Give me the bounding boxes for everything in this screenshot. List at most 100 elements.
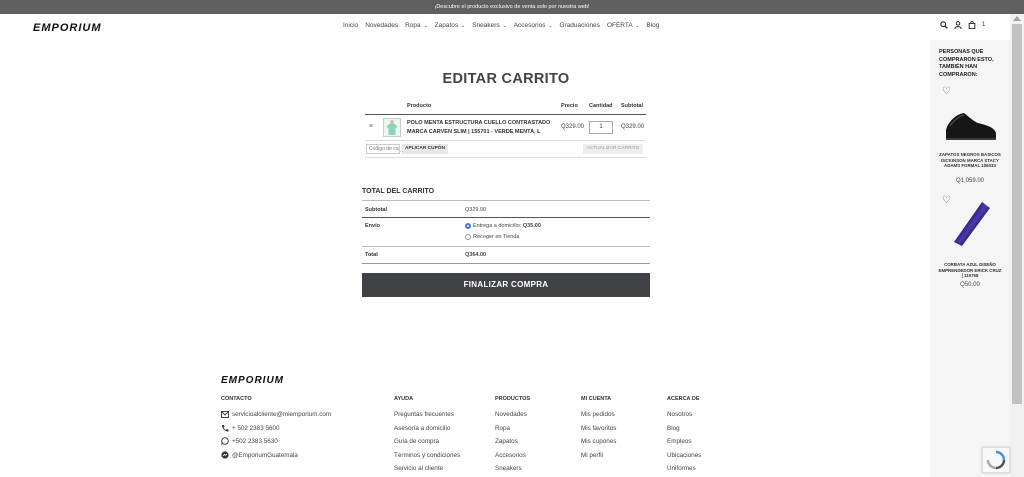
page: ¡Descubre el producto exclusivo de venta… [0, 0, 1024, 477]
footer-link[interactable]: Mis favoritos [581, 425, 616, 432]
product-image-tie[interactable] [948, 200, 994, 250]
user-icon[interactable] [954, 21, 962, 29]
cart-item-subtotal: Q329.00 [621, 124, 645, 130]
footer-link[interactable]: Servicio al cliente [394, 465, 443, 472]
chevron-down-icon: ⌄ [423, 23, 428, 29]
related-products-title: PERSONAS QUE COMPRARON ESTO, TAMBIÉN HAN… [939, 49, 994, 78]
chevron-down-icon: ⌄ [460, 23, 466, 29]
footer-link[interactable]: Mis pedidos [581, 411, 615, 418]
footer-messenger[interactable]: @EmporiumGuatemala [232, 452, 298, 459]
shipping-radio-pickup[interactable] [465, 234, 471, 240]
nav-item-novedades[interactable]: Novedades [365, 22, 398, 29]
col-header-product: Producto [407, 103, 432, 109]
cart-item-price: Q329.00 [561, 124, 585, 130]
cart-icon[interactable] [968, 21, 976, 29]
col-header-subtotal: Subtotal [621, 103, 643, 109]
divider [365, 157, 646, 158]
recaptcha-badge[interactable] [982, 447, 1010, 473]
shipping-label: Envío [365, 223, 380, 229]
promo-text: ¡Descubre el producto exclusivo de venta… [434, 4, 590, 10]
nav-item-oferta[interactable]: OFERTA ⌄ [607, 22, 639, 29]
nav-item-sneakers[interactable]: Sneakers ⌄ [472, 22, 506, 29]
related-product-name[interactable]: CORBATA AZUL DISEÑO EMPRENDEDOR ERICK CR… [938, 262, 1002, 279]
footer-link[interactable]: Nosotros [667, 411, 692, 418]
footer-whatsapp[interactable]: +502 2383 5630 [232, 438, 278, 445]
shipping-radio-delivery[interactable] [465, 223, 471, 229]
nav-item-accesorios[interactable]: Accesorios ⌄ [514, 22, 553, 29]
footer-heading-help: AYUDA [394, 396, 414, 402]
messenger-icon [221, 451, 229, 459]
checkout-button[interactable]: FINALIZAR COMPRA [362, 273, 650, 297]
cart-count: 1 [982, 22, 986, 28]
related-product-name[interactable]: ZAPATOS NEGROS BASICOS DICKINSON MARCA S… [938, 152, 1002, 169]
nav-item-ropa[interactable]: Ropa ⌄ [405, 22, 428, 29]
quantity-input[interactable]: 1 [589, 121, 613, 134]
nav-item-blog[interactable]: Blog [646, 22, 659, 29]
divider [362, 200, 650, 201]
nav-label: Inicio [343, 22, 359, 29]
nav-item-inicio[interactable]: Inicio [343, 22, 358, 29]
footer-link[interactable]: Sneakers [495, 465, 522, 472]
footer-email[interactable]: servicioalcliente@miemporium.com [232, 411, 331, 418]
subtotal-label: Subtotal [365, 207, 387, 213]
footer-heading-contact: CONTACTO [221, 396, 252, 402]
col-header-price: Precio [561, 103, 578, 109]
footer-link[interactable]: Preguntas frecuentes [394, 411, 454, 418]
footer-logo[interactable]: EMPORIUM [221, 375, 284, 386]
total-value: Q364.00 [465, 252, 487, 258]
product-image-shoes[interactable] [940, 96, 1000, 148]
shipping-delivery-label: Entrega a domicilio: [473, 223, 522, 229]
scrollbar-thumb[interactable] [1012, 24, 1022, 404]
site-header: EMPORIUM Inicio Novedades Ropa ⌄ Zapatos… [0, 14, 1010, 40]
scroll-up-arrow-icon[interactable] [1013, 16, 1021, 21]
nav-label: Ropa [405, 22, 421, 29]
divider [365, 140, 646, 141]
search-icon[interactable] [940, 21, 948, 29]
chevron-down-icon: ⌄ [548, 23, 553, 29]
col-header-quantity: Cantidad [589, 103, 613, 109]
chevron-down-icon: ⌄ [635, 23, 640, 29]
footer-link[interactable]: Términos y condiciones [394, 452, 460, 459]
divider [362, 246, 650, 247]
footer-link[interactable]: Asesoría a domicilio [394, 425, 450, 432]
footer-phone[interactable]: + 502 2383 5600 [232, 425, 279, 432]
related-product-price: Q1,059.00 [955, 178, 985, 184]
footer-link[interactable]: Ropa [495, 425, 510, 432]
cart-item-image[interactable] [383, 118, 401, 137]
coupon-input[interactable]: Código de cupón [366, 144, 400, 154]
chevron-down-icon: ⌄ [502, 23, 507, 29]
footer-heading-products: PRODUCTOS [495, 396, 531, 402]
nav-label: Zapatos [434, 22, 459, 29]
shipping-option-delivery[interactable]: Entrega a domicilio: Q35.00 [473, 223, 541, 229]
footer-link[interactable]: Zapatos [495, 438, 518, 445]
footer-link[interactable]: Empleos [667, 438, 692, 445]
cart-totals-title: TOTAL DEL CARRITO [362, 188, 435, 195]
apply-coupon-button[interactable]: APLICAR CUPÓN [402, 144, 448, 154]
nav-label: Blog [646, 22, 660, 29]
nav-label: Graduaciones [559, 22, 600, 29]
footer-link[interactable]: Mis cupones [581, 438, 616, 445]
footer-link[interactable]: Ubicaciones [667, 452, 701, 459]
footer-link[interactable]: Novedades [495, 411, 527, 418]
header-icons: 1 [940, 21, 985, 29]
footer-link[interactable]: Mi perfil [581, 452, 603, 459]
update-cart-button[interactable]: ACTUALIZAR CARRITO [583, 144, 643, 154]
mail-icon [221, 411, 229, 418]
site-logo[interactable]: EMPORIUM [33, 22, 102, 34]
footer-link[interactable]: Guía de compra [394, 438, 439, 445]
page-title: EDITAR CARRITO [442, 71, 570, 87]
footer-link[interactable]: Uniformes [667, 465, 696, 472]
footer-link[interactable]: Blog [667, 425, 680, 432]
cart-item-name[interactable]: POLO MENTA ESTRUCTURA CUELLO CONTRASTADO… [407, 119, 557, 137]
nav-label: Sneakers [472, 22, 500, 29]
phone-icon [222, 425, 229, 432]
footer-heading-account: MI CUENTA [581, 396, 612, 402]
remove-item-icon[interactable]: × [369, 123, 373, 130]
footer-link[interactable]: Accesorios [495, 452, 526, 459]
promo-bar[interactable]: ¡Descubre el producto exclusivo de venta… [0, 0, 1024, 14]
shipping-option-pickup[interactable]: Recoger en Tienda [473, 234, 519, 240]
shipping-delivery-price: Q35.00 [522, 223, 541, 229]
nav-item-zapatos[interactable]: Zapatos ⌄ [435, 22, 466, 29]
nav-item-graduaciones[interactable]: Graduaciones [559, 22, 599, 29]
divider [365, 114, 646, 115]
